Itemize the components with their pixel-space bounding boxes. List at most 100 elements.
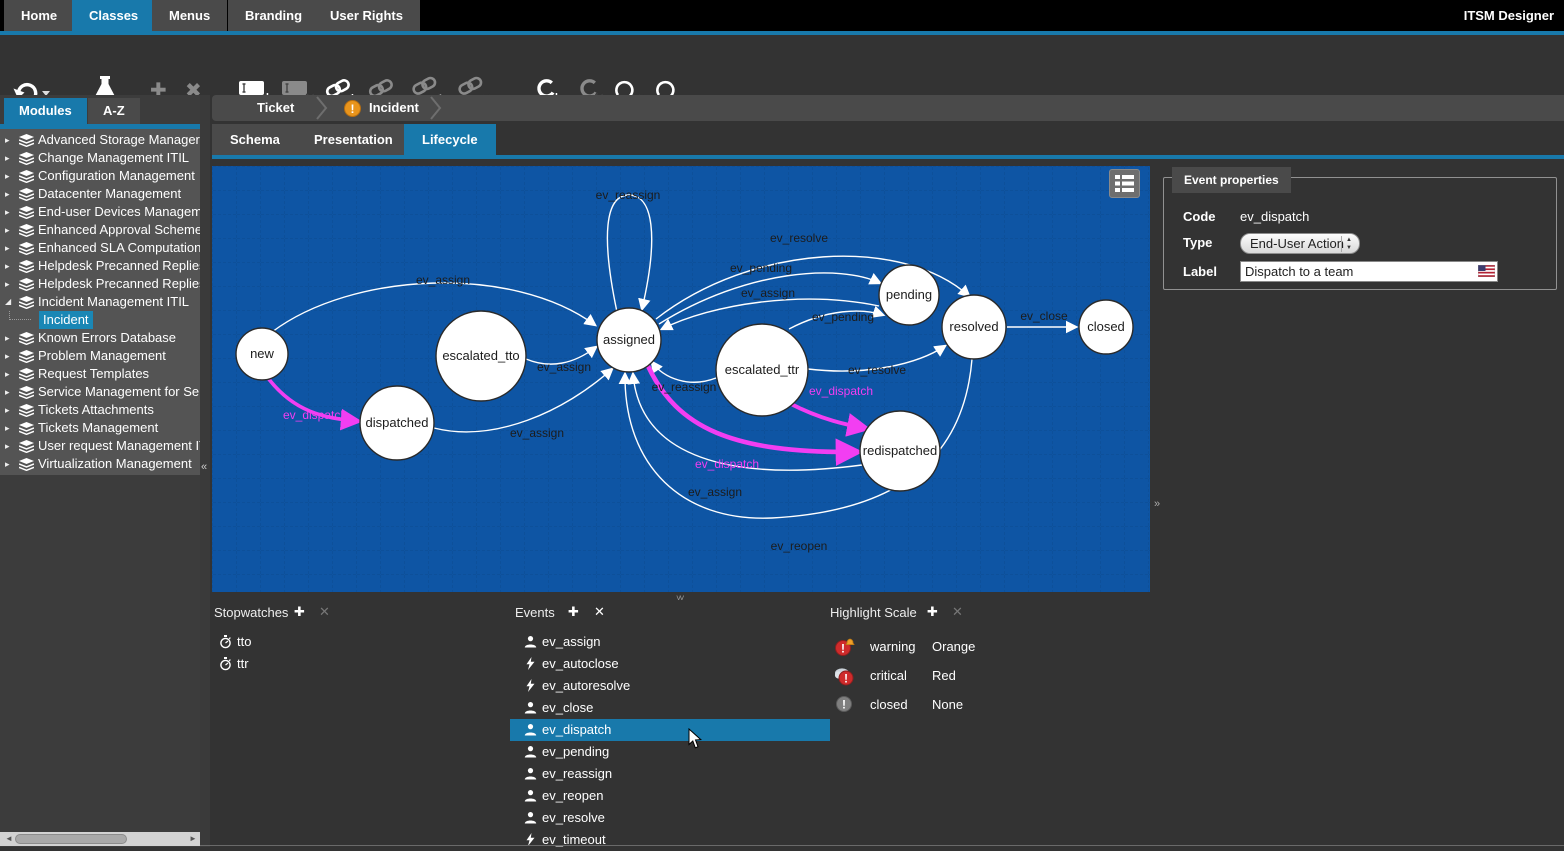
tree-item-incident-class[interactable]: Incident (0, 311, 200, 329)
stopwatch-item-tto[interactable]: tto (210, 631, 490, 653)
event-delete-icon[interactable]: ✕ (594, 604, 605, 620)
svg-text:ev_assign: ev_assign (537, 360, 591, 374)
expander-icon[interactable]: ▸ (5, 419, 10, 437)
select-spinner-icon[interactable]: ▲▼ (1341, 236, 1356, 252)
tree-item[interactable]: ▸Service Management for Service Provider… (0, 383, 200, 401)
expand-right-icon[interactable]: » (1154, 498, 1160, 510)
type-select[interactable]: End-User Action ▲▼ (1240, 233, 1360, 254)
panel-splitter-icon[interactable]: ˅˅ (676, 593, 683, 603)
type-label: Type (1183, 235, 1212, 250)
highlight-add-icon[interactable]: ✚ (927, 604, 938, 620)
expander-icon[interactable]: ▸ (5, 437, 10, 455)
tree-item[interactable]: ▸Tickets Management (0, 419, 200, 437)
tree-connector (9, 311, 31, 320)
expander-icon[interactable]: ▸ (5, 149, 10, 167)
person-icon (524, 723, 537, 736)
event-item-ev_reassign[interactable]: ev_reassign (510, 763, 830, 785)
svg-text:!: ! (842, 698, 846, 712)
expander-icon[interactable]: ▸ (5, 455, 10, 473)
expander-icon[interactable]: ▸ (5, 257, 10, 275)
expander-icon[interactable]: ▸ (5, 221, 10, 239)
toolbar: ✚ ✖ ✚ ✕ ✚ ✕ ✚ ✕ ✚ (0, 35, 1564, 95)
nav-tab-home[interactable]: Home (4, 0, 74, 31)
tree-item[interactable]: ▸Datacenter Management (0, 185, 200, 203)
event-item-ev_close[interactable]: ev_close (510, 697, 830, 719)
expander-icon[interactable]: ▸ (5, 275, 10, 293)
expander-icon[interactable]: ▸ (5, 401, 10, 419)
svg-text:ev_pending: ev_pending (730, 261, 792, 275)
sidebar-tab-az[interactable]: A-Z (88, 98, 140, 124)
scroll-right-icon[interactable]: ► (189, 832, 197, 846)
list-icon (1110, 170, 1139, 197)
tree-item[interactable]: ▸Tickets Attachments (0, 401, 200, 419)
stopwatches-title: Stopwatches (214, 605, 288, 620)
module-icon (19, 386, 34, 399)
expander-icon[interactable]: ▸ (5, 347, 10, 365)
expander-icon[interactable]: ▸ (5, 203, 10, 221)
nav-tab-menus[interactable]: Menus (152, 0, 227, 31)
breadcrumb-incident[interactable]: Incident (369, 95, 419, 121)
event-item-ev_timeout[interactable]: ev_timeout (510, 829, 830, 851)
expander-icon[interactable]: ▸ (5, 383, 10, 401)
collapse-left-icon[interactable]: « (201, 461, 207, 473)
stopwatch-delete-icon[interactable]: ✕ (319, 604, 330, 620)
tree-item[interactable]: ▸Enhanced SLA Computation (0, 239, 200, 257)
event-item-ev_resolve[interactable]: ev_resolve (510, 807, 830, 829)
svg-text:!: ! (844, 674, 848, 686)
scrollbar-thumb[interactable] (15, 834, 127, 844)
module-icon (19, 350, 34, 363)
tree-item[interactable]: ▸Request Templates (0, 365, 200, 383)
expander-icon[interactable]: ▸ (5, 239, 10, 257)
tree-item[interactable]: ▸Advanced Storage Manager (0, 131, 200, 149)
expander-icon[interactable]: ▸ (5, 365, 10, 383)
stopwatch-icon (219, 657, 232, 671)
expander-icon[interactable]: ▸ (5, 329, 10, 347)
tree-item[interactable]: ▸Helpdesk Precanned Replies (0, 275, 200, 293)
tree-item[interactable]: ▸Change Management ITIL (0, 149, 200, 167)
tree-item[interactable]: ▸Virtualization Management (0, 455, 200, 473)
lifecycle-canvas[interactable]: ev_assign ev_assign ev_assign ev_reassig… (212, 166, 1150, 592)
nav-tab-classes[interactable]: Classes (72, 0, 155, 31)
event-item-ev_assign[interactable]: ev_assign (510, 631, 830, 653)
event-item-ev_autoresolve[interactable]: ev_autoresolve (510, 675, 830, 697)
tree-item[interactable]: ▸Known Errors Database (0, 329, 200, 347)
tree-item[interactable]: ▸Problem Management (0, 347, 200, 365)
tab-schema[interactable]: Schema (212, 124, 298, 155)
label-input[interactable] (1240, 261, 1498, 282)
tree-item-incident-management[interactable]: ◢Incident Management ITIL (0, 293, 200, 311)
tab-lifecycle[interactable]: Lifecycle (404, 124, 496, 155)
event-item-ev_autoclose[interactable]: ev_autoclose (510, 653, 830, 675)
sidebar-tab-modules[interactable]: Modules (4, 98, 87, 124)
diagram-list-view-button[interactable] (1109, 169, 1140, 198)
nav-tab-user-rights[interactable]: User Rights (313, 0, 420, 31)
tree-item[interactable]: ▸Enhanced Approval Scheme (0, 221, 200, 239)
tree-item[interactable]: ▸Helpdesk Precanned Replies (0, 257, 200, 275)
svg-text:ev_resolve: ev_resolve (848, 363, 906, 377)
tab-presentation[interactable]: Presentation (296, 124, 411, 155)
expander-icon[interactable]: ▸ (5, 131, 10, 149)
expander-icon[interactable]: ▸ (5, 185, 10, 203)
tree-item[interactable]: ▸End-user Devices Management (0, 203, 200, 221)
scroll-left-icon[interactable]: ◄ (5, 832, 13, 846)
breadcrumb-ticket[interactable]: Ticket (257, 95, 294, 121)
event-add-icon[interactable]: ✚ (568, 604, 579, 620)
stopwatch-add-icon[interactable]: ✚ (294, 604, 305, 620)
expander-icon[interactable]: ▸ (5, 167, 10, 185)
sidebar-h-scrollbar[interactable]: ◄ ► (0, 832, 200, 846)
tree-item[interactable]: ▸Configuration Management (0, 167, 200, 185)
module-icon (19, 296, 34, 309)
event-item-ev_pending[interactable]: ev_pending (510, 741, 830, 763)
module-icon (19, 170, 34, 183)
module-icon (19, 278, 34, 291)
event-item-ev_reopen[interactable]: ev_reopen (510, 785, 830, 807)
highlight-delete-icon[interactable]: ✕ (952, 604, 963, 620)
event-item-ev_dispatch[interactable]: ev_dispatch (510, 719, 830, 741)
tree-item[interactable]: ▸User request Management ITIL (0, 437, 200, 455)
svg-text:new: new (250, 346, 274, 361)
nav-tab-branding[interactable]: Branding (228, 0, 319, 31)
stopwatch-item-ttr[interactable]: ttr (210, 653, 490, 675)
svg-text:ev_reassign: ev_reassign (596, 188, 661, 202)
sidebar-splitter[interactable]: « (200, 95, 210, 847)
expander-open-icon[interactable]: ◢ (5, 293, 11, 311)
person-icon (524, 635, 537, 648)
